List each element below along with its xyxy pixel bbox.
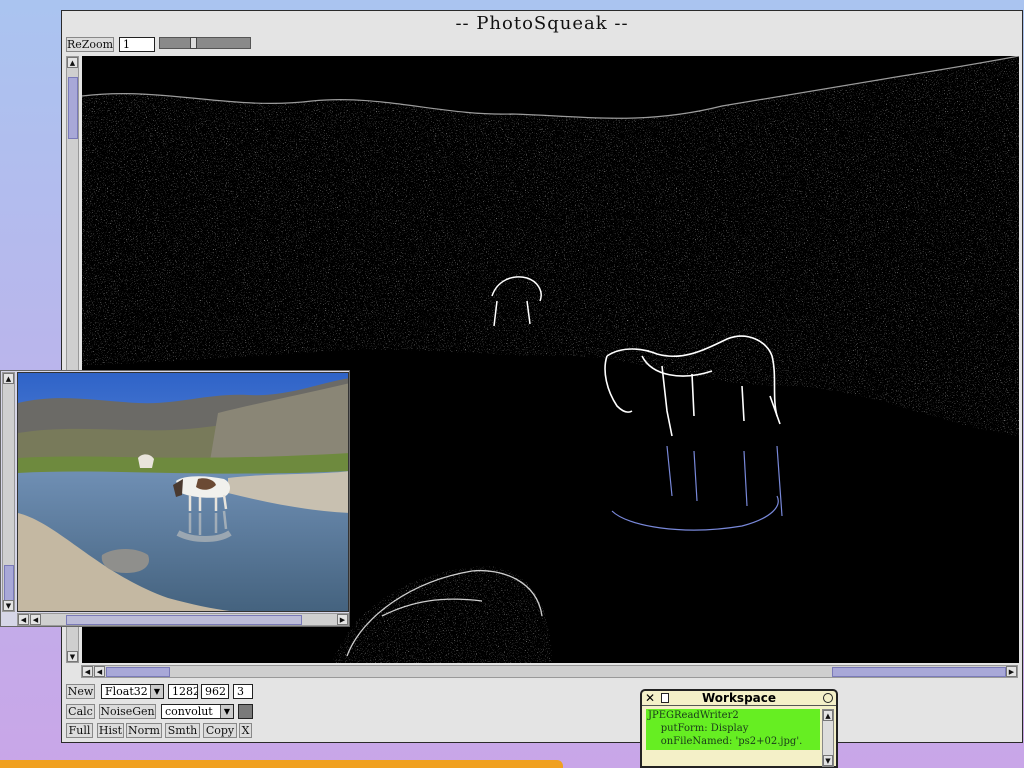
norm-button[interactable]: Norm (126, 723, 162, 738)
scroll-up-icon[interactable]: ▲ (823, 710, 833, 721)
collapse-icon[interactable] (823, 693, 833, 703)
flap-tab[interactable] (0, 760, 563, 768)
window-menu-icon[interactable] (661, 693, 669, 703)
preview-horizontal-scroll-thumb[interactable] (66, 615, 302, 625)
scroll-left-icon[interactable]: ◀ (82, 666, 93, 677)
channels-field[interactable]: 3 (233, 684, 253, 699)
code-line: onFileNamed: 'ps2+02.jpg'. (648, 736, 803, 747)
scroll-up-icon[interactable]: ▲ (3, 373, 14, 384)
operation-dropdown-value: convolut (165, 705, 213, 718)
close-icon[interactable]: ✕ (645, 692, 655, 705)
zoom-field[interactable]: 1 (119, 37, 155, 52)
original-photo-render (18, 373, 348, 611)
workspace-scrollbar[interactable]: ▲ ▼ (822, 709, 834, 767)
preview-vertical-scrollbar[interactable]: ▲ ▼ (2, 372, 15, 612)
workspace-code[interactable]: JPEGReadWriter2 putForm: Display onFileN… (646, 709, 820, 750)
noisegen-button[interactable]: NoiseGen (99, 704, 156, 719)
horizontal-scroll-thumb[interactable] (106, 667, 170, 677)
scroll-down-icon[interactable]: ▼ (67, 651, 78, 662)
workspace-window: ✕ Workspace JPEGReadWriter2 putForm: Dis… (640, 689, 838, 768)
code-line: JPEGReadWriter2 (648, 710, 739, 721)
rezoom-button[interactable]: ReZoom (66, 37, 114, 52)
chevron-down-icon[interactable]: ▼ (150, 685, 163, 698)
full-button[interactable]: Full (66, 723, 93, 738)
scroll-up-icon[interactable]: ▲ (67, 57, 78, 68)
close-x-button[interactable]: X (239, 723, 252, 738)
preview-horizontal-scrollbar[interactable]: ◀ ◀ ▶ (17, 613, 349, 626)
workspace-title-bar[interactable]: ✕ Workspace (642, 691, 836, 706)
copy-button[interactable]: Copy (203, 723, 237, 738)
window-title: -- PhotoSqueak -- (455, 13, 629, 34)
image-horizontal-scrollbar[interactable]: ◀ ◀ ▶ (81, 665, 1018, 678)
zoom-slider[interactable] (159, 37, 251, 49)
color-swatch[interactable] (238, 704, 253, 719)
original-photo-window: ▲ ▼ ◀ ◀ ▶ (0, 370, 350, 627)
calc-button[interactable]: Calc (66, 704, 95, 719)
scroll-right-icon[interactable]: ▶ (1006, 666, 1017, 677)
hist-button[interactable]: Hist (97, 723, 124, 738)
horizontal-scroll-thumb-right[interactable] (832, 667, 1006, 677)
scroll-down-icon[interactable]: ▼ (3, 600, 14, 611)
code-line: putForm: Display (648, 723, 749, 734)
workspace-title: Workspace (701, 691, 777, 705)
scroll-down-icon[interactable]: ▼ (823, 755, 833, 766)
scroll-left-icon[interactable]: ◀ (18, 614, 29, 625)
scroll-right-icon[interactable]: ▶ (337, 614, 348, 625)
original-photo[interactable] (17, 372, 349, 612)
height-field[interactable]: 962 (201, 684, 229, 699)
operation-dropdown[interactable]: convolut ▼ (161, 704, 234, 719)
width-field[interactable]: 1282 (168, 684, 198, 699)
scroll-left-step-icon[interactable]: ◀ (94, 666, 105, 677)
vertical-scroll-thumb[interactable] (68, 77, 78, 139)
new-button[interactable]: New (66, 684, 95, 699)
preview-vertical-scroll-thumb[interactable] (4, 565, 14, 605)
type-dropdown[interactable]: Float32 ▼ (101, 684, 164, 699)
scroll-left-step-icon[interactable]: ◀ (30, 614, 41, 625)
smth-button[interactable]: Smth (165, 723, 200, 738)
chevron-down-icon[interactable]: ▼ (220, 705, 233, 718)
zoom-slider-thumb[interactable] (190, 37, 197, 49)
type-dropdown-value: Float32 (105, 685, 148, 698)
